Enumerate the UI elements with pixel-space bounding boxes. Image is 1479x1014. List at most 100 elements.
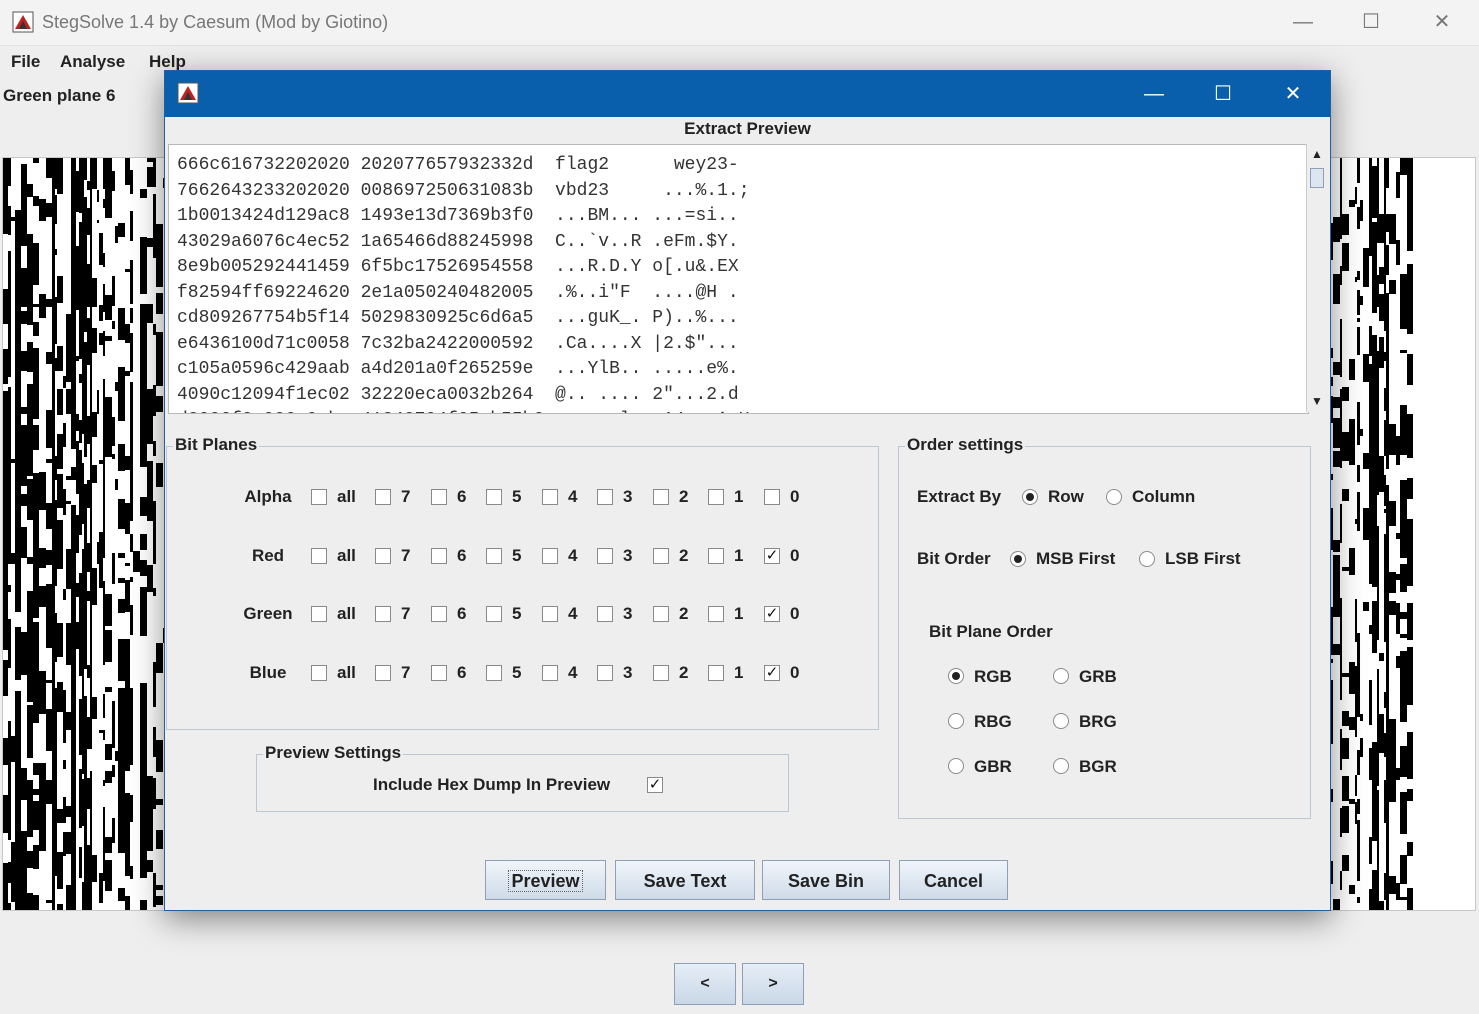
checkbox-label[interactable]: 5 xyxy=(512,487,521,507)
checkbox-blue-3[interactable] xyxy=(597,665,613,681)
checkbox-alpha-1[interactable] xyxy=(708,489,724,505)
checkbox-alpha-3[interactable] xyxy=(597,489,613,505)
checkbox-red-2[interactable] xyxy=(653,548,669,564)
minimize-button[interactable]: — xyxy=(1280,7,1326,37)
checkbox-label[interactable]: all xyxy=(337,546,356,566)
checkbox-label[interactable]: 0 xyxy=(790,487,799,507)
checkbox-label[interactable]: 7 xyxy=(401,604,410,624)
checkbox-label[interactable]: 0 xyxy=(790,546,799,566)
extract-by-column-radio[interactable] xyxy=(1106,489,1122,505)
scroll-up-icon[interactable]: ▲ xyxy=(1307,144,1327,164)
checkbox-label[interactable]: 1 xyxy=(734,546,743,566)
checkbox-green-all[interactable] xyxy=(311,606,327,622)
order-rgb-label[interactable]: RGB xyxy=(974,667,1012,687)
checkbox-label[interactable]: 4 xyxy=(568,546,577,566)
msb-first-label[interactable]: MSB First xyxy=(1036,549,1115,569)
checkbox-red-1[interactable] xyxy=(708,548,724,564)
checkbox-label[interactable]: 3 xyxy=(623,487,632,507)
close-button[interactable]: ✕ xyxy=(1419,7,1465,37)
extract-by-column-label[interactable]: Column xyxy=(1132,487,1195,507)
preview-button[interactable]: Preview xyxy=(485,860,606,900)
preview-text-area[interactable]: 666c616732202020 202077657932332d flag2 … xyxy=(168,144,1309,414)
checkbox-blue-all[interactable] xyxy=(311,665,327,681)
checkbox-label[interactable]: all xyxy=(337,663,356,683)
order-gbr-label[interactable]: GBR xyxy=(974,757,1012,777)
checkbox-label[interactable]: 2 xyxy=(679,604,688,624)
checkbox-alpha-4[interactable] xyxy=(542,489,558,505)
checkbox-label[interactable]: 0 xyxy=(790,663,799,683)
order-rgb-radio[interactable] xyxy=(948,668,964,684)
checkbox-label[interactable]: 0 xyxy=(790,604,799,624)
checkbox-label[interactable]: 6 xyxy=(457,546,466,566)
next-button[interactable]: > xyxy=(742,963,804,1005)
vertical-scrollbar[interactable]: ▲ ▼ xyxy=(1306,144,1327,412)
checkbox-blue-7[interactable] xyxy=(375,665,391,681)
checkbox-red-4[interactable] xyxy=(542,548,558,564)
checkbox-green-7[interactable] xyxy=(375,606,391,622)
maximize-button[interactable]: ☐ xyxy=(1348,7,1394,37)
checkbox-label[interactable]: 5 xyxy=(512,604,521,624)
checkbox-label[interactable]: 1 xyxy=(734,604,743,624)
checkbox-label[interactable]: 4 xyxy=(568,604,577,624)
checkbox-label[interactable]: 2 xyxy=(679,663,688,683)
checkbox-green-4[interactable] xyxy=(542,606,558,622)
checkbox-alpha-2[interactable] xyxy=(653,489,669,505)
checkbox-red-3[interactable] xyxy=(597,548,613,564)
order-grb-label[interactable]: GRB xyxy=(1079,667,1117,687)
checkbox-blue-2[interactable] xyxy=(653,665,669,681)
checkbox-red-6[interactable] xyxy=(431,548,447,564)
checkbox-label[interactable]: 5 xyxy=(512,663,521,683)
checkbox-label[interactable]: 2 xyxy=(679,546,688,566)
scroll-thumb[interactable] xyxy=(1310,168,1324,188)
lsb-first-radio[interactable] xyxy=(1139,551,1155,567)
menu-help[interactable]: Help xyxy=(149,52,186,72)
checkbox-label[interactable]: 4 xyxy=(568,487,577,507)
checkbox-label[interactable]: 7 xyxy=(401,663,410,683)
checkbox-label[interactable]: 3 xyxy=(623,546,632,566)
checkbox-blue-6[interactable] xyxy=(431,665,447,681)
checkbox-label[interactable]: 3 xyxy=(623,604,632,624)
checkbox-label[interactable]: 5 xyxy=(512,546,521,566)
checkbox-green-6[interactable] xyxy=(431,606,447,622)
checkbox-label[interactable]: all xyxy=(337,487,356,507)
checkbox-label[interactable]: all xyxy=(337,604,356,624)
order-brg-radio[interactable] xyxy=(1053,713,1069,729)
order-brg-label[interactable]: BRG xyxy=(1079,712,1117,732)
checkbox-green-1[interactable] xyxy=(708,606,724,622)
checkbox-alpha-6[interactable] xyxy=(431,489,447,505)
checkbox-label[interactable]: 6 xyxy=(457,487,466,507)
order-bgr-label[interactable]: BGR xyxy=(1079,757,1117,777)
checkbox-green-2[interactable] xyxy=(653,606,669,622)
dialog-close-button[interactable]: ✕ xyxy=(1263,71,1323,117)
extract-by-row-radio[interactable] xyxy=(1022,489,1038,505)
save-text-button[interactable]: Save Text xyxy=(615,860,755,900)
checkbox-label[interactable]: 4 xyxy=(568,663,577,683)
checkbox-red-0[interactable]: ✓ xyxy=(764,548,780,564)
checkbox-blue-1[interactable] xyxy=(708,665,724,681)
checkbox-label[interactable]: 7 xyxy=(401,487,410,507)
order-rbg-radio[interactable] xyxy=(948,713,964,729)
lsb-first-label[interactable]: LSB First xyxy=(1165,549,1241,569)
checkbox-alpha-5[interactable] xyxy=(486,489,502,505)
checkbox-blue-5[interactable] xyxy=(486,665,502,681)
msb-first-radio[interactable] xyxy=(1010,551,1026,567)
order-bgr-radio[interactable] xyxy=(1053,758,1069,774)
checkbox-label[interactable]: 6 xyxy=(457,663,466,683)
menu-analyse[interactable]: Analyse xyxy=(60,52,125,72)
cancel-button[interactable]: Cancel xyxy=(899,860,1008,900)
checkbox-red-7[interactable] xyxy=(375,548,391,564)
scroll-down-icon[interactable]: ▼ xyxy=(1307,391,1327,411)
dialog-maximize-button[interactable]: ☐ xyxy=(1193,71,1253,117)
checkbox-green-5[interactable] xyxy=(486,606,502,622)
save-bin-button[interactable]: Save Bin xyxy=(762,860,890,900)
prev-button[interactable]: < xyxy=(674,963,736,1005)
hex-dump-label[interactable]: Include Hex Dump In Preview xyxy=(373,775,610,795)
checkbox-red-5[interactable] xyxy=(486,548,502,564)
checkbox-blue-0[interactable]: ✓ xyxy=(764,665,780,681)
checkbox-alpha-all[interactable] xyxy=(311,489,327,505)
checkbox-alpha-7[interactable] xyxy=(375,489,391,505)
order-rbg-label[interactable]: RBG xyxy=(974,712,1012,732)
menu-file[interactable]: File xyxy=(11,52,40,72)
checkbox-alpha-0[interactable] xyxy=(764,489,780,505)
checkbox-label[interactable]: 6 xyxy=(457,604,466,624)
